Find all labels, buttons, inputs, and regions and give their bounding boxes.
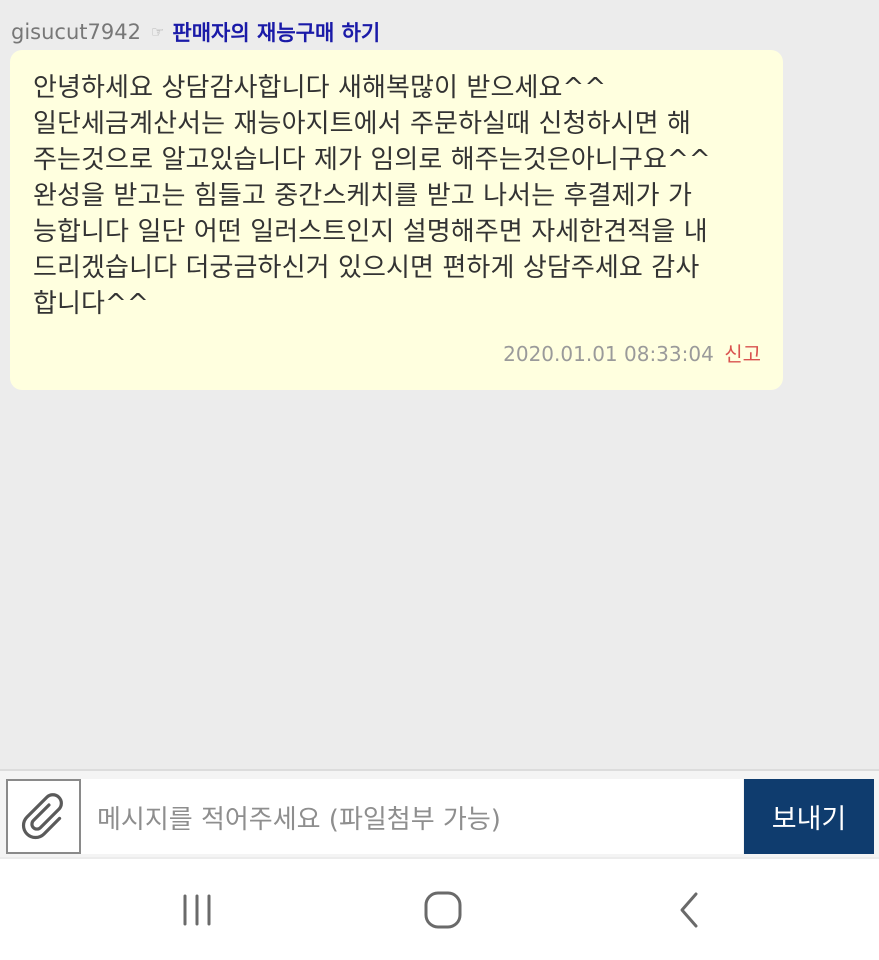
chat-screen: gisucut7942 ☞ 판매자의 재능구매 하기 안녕하세요 상담감사합니다… xyxy=(0,0,879,960)
purchase-talent-link[interactable]: 판매자의 재능구매 하기 xyxy=(172,17,380,47)
message-input[interactable] xyxy=(81,779,743,854)
compose-bar: 보내기 xyxy=(0,769,879,857)
recent-apps-button[interactable] xyxy=(137,859,257,960)
message-body: 안녕하세요 상담감사합니다 새해복많이 받으세요^^ 일단세금계산서는 재능아지… xyxy=(33,73,711,319)
message-timestamp: 2020.01.01 08:33:04 xyxy=(503,342,714,366)
send-button[interactable]: 보내기 xyxy=(744,779,874,854)
back-button[interactable] xyxy=(630,859,750,960)
paperclip-icon xyxy=(21,792,63,839)
pointing-hand-icon: ☞ xyxy=(150,23,165,41)
home-icon xyxy=(424,891,462,928)
message-header: gisucut7942 ☞ 판매자의 재능구매 하기 xyxy=(11,17,380,47)
message-bubble: 안녕하세요 상담감사합니다 새해복많이 받으세요^^ 일단세금계산서는 재능아지… xyxy=(10,50,783,390)
back-icon xyxy=(680,892,698,927)
android-nav-bar xyxy=(0,859,879,960)
attach-file-button[interactable] xyxy=(6,779,81,854)
recent-apps-icon xyxy=(183,894,211,925)
message-input-wrapper xyxy=(81,779,743,854)
home-button[interactable] xyxy=(383,859,503,960)
sender-name: gisucut7942 xyxy=(11,20,141,44)
report-link[interactable]: 신고 xyxy=(724,342,761,366)
message-meta: 2020.01.01 08:33:04 신고 xyxy=(503,338,761,367)
